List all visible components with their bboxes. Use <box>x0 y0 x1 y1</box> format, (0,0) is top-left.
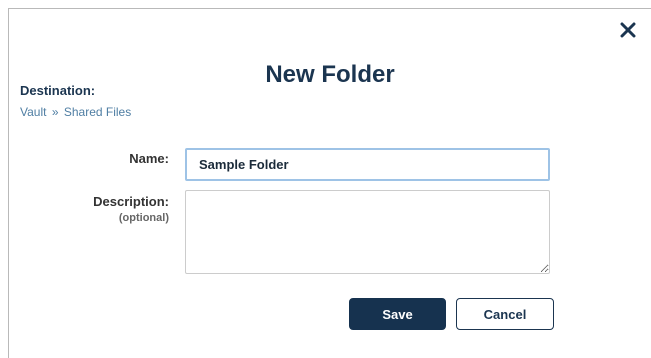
dialog-title: New Folder <box>265 61 395 88</box>
new-folder-dialog: New Folder Destination: Vault » Shared F… <box>8 8 651 358</box>
breadcrumb-shared-files[interactable]: Shared Files <box>64 105 131 119</box>
breadcrumb-vault[interactable]: Vault <box>20 105 46 119</box>
destination-label: Destination: <box>20 83 96 98</box>
breadcrumb: Vault » Shared Files <box>20 105 131 119</box>
name-field[interactable] <box>185 148 550 181</box>
breadcrumb-separator: » <box>51 105 59 119</box>
optional-hint: (optional) <box>118 212 169 224</box>
name-label: Name: <box>129 151 169 166</box>
description-label: Description: <box>93 194 169 209</box>
save-button[interactable]: Save <box>349 298 446 330</box>
close-icon[interactable] <box>617 19 639 41</box>
cancel-button[interactable]: Cancel <box>456 298 554 330</box>
description-field[interactable] <box>185 190 550 274</box>
